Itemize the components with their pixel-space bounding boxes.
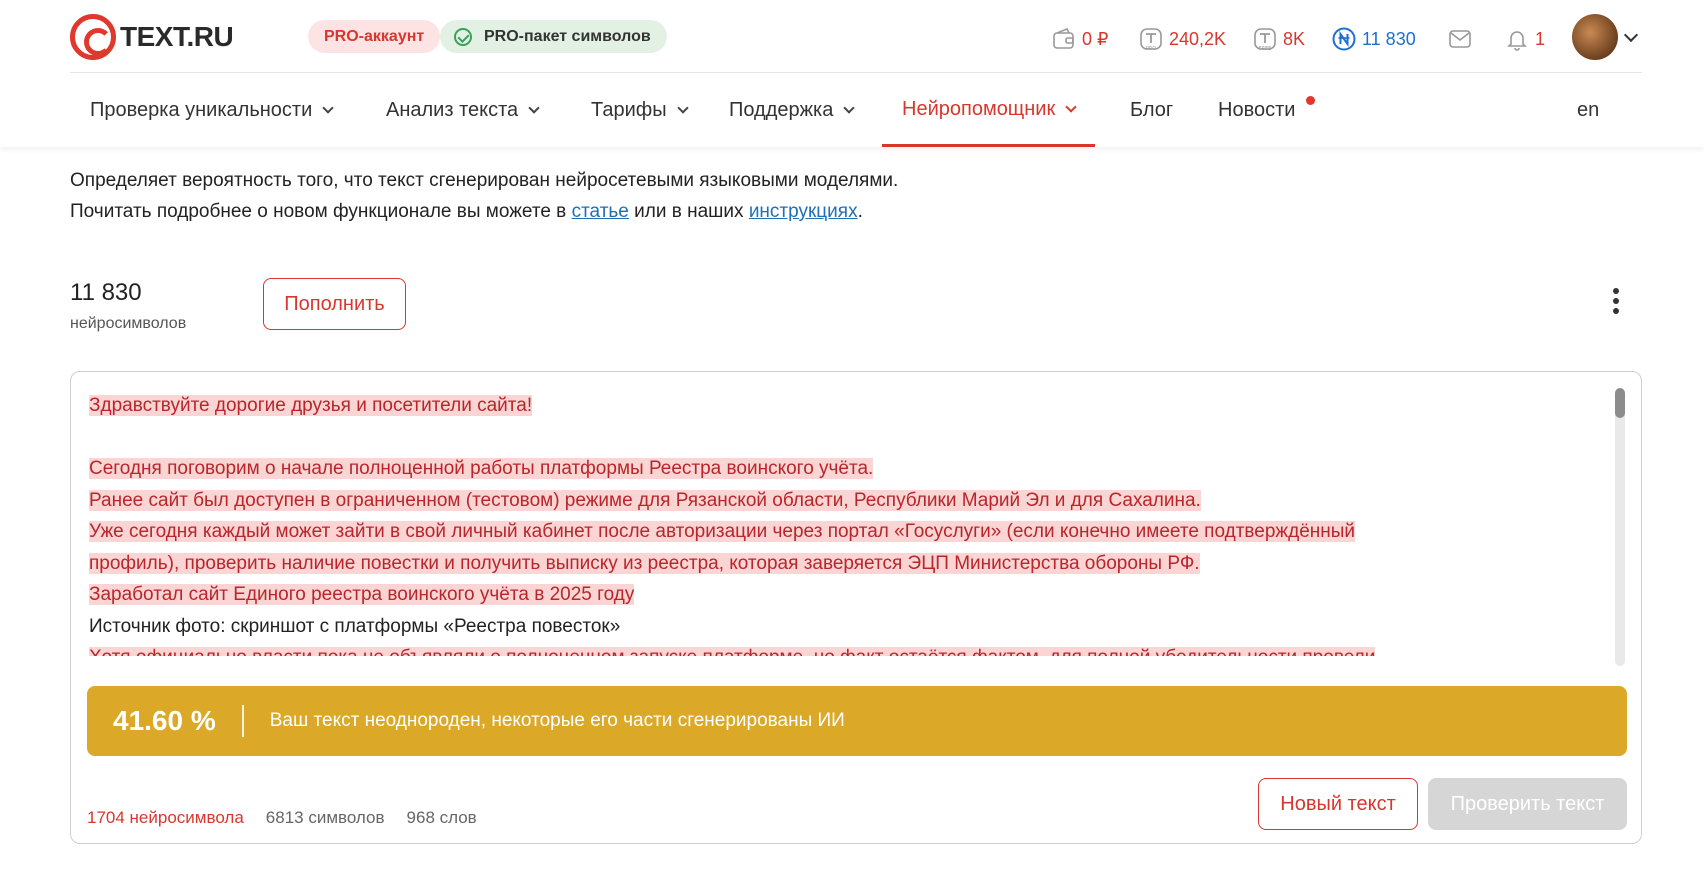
nav-item-neuro-assistant[interactable]: Нейропомощник: [882, 74, 1096, 147]
chevron-down-icon: [843, 102, 856, 114]
wallet-value: 0 ₽: [1082, 28, 1109, 49]
nav-item-label: Блог: [1130, 99, 1174, 121]
site-header: TEXT.RU PRO-аккаунт PRO-пакет символов 0…: [0, 0, 1704, 147]
ai-highlighted-text: Здравствуйте дорогие друзья и посетители…: [89, 395, 533, 416]
bell-icon: [1507, 31, 1527, 51]
mail-icon: [1449, 30, 1471, 48]
nav-item-blog[interactable]: Блог: [1110, 74, 1193, 147]
new-text-button[interactable]: Новый текст: [1258, 778, 1418, 830]
pro-symbols-value: 240,2K: [1169, 28, 1227, 49]
nav-item-uniqueness[interactable]: Проверка уникальности: [70, 74, 352, 147]
instructions-link[interactable]: инструкциях: [749, 201, 858, 222]
nav-item-text-analysis[interactable]: Анализ текста: [366, 74, 558, 147]
nav-item-tariffs[interactable]: Тарифы: [571, 74, 707, 147]
avatar[interactable]: [1572, 14, 1618, 60]
notifications-button[interactable]: 1: [1505, 24, 1545, 54]
nav-item-label: Нейропомощник: [902, 97, 1056, 120]
pro-symbols-balance[interactable]: PRO 240,2K: [1139, 24, 1226, 54]
logo-text: TEXT.RU: [120, 21, 234, 52]
neuro-symbols-balance[interactable]: 11 830: [1332, 24, 1416, 54]
ai-result-banner: 41.60 % Ваш текст неоднороден, некоторые…: [87, 686, 1627, 756]
editor-line: Сегодня поговорим о начале полноценной р…: [89, 453, 1601, 485]
top-bar: TEXT.RU PRO-аккаунт PRO-пакет символов 0…: [70, 0, 1642, 73]
logo[interactable]: TEXT.RU: [70, 14, 234, 60]
nav-item-news[interactable]: Новости: [1198, 74, 1327, 147]
notifications-count: 1: [1535, 28, 1546, 49]
ai-highlighted-text: Ранее сайт был доступен в ограниченном (…: [89, 489, 1201, 511]
main-nav: Проверка уникальности Анализ текста Тари…: [70, 74, 1642, 147]
intro-line-2: Почитать подробнее о новом функционале в…: [70, 196, 898, 227]
intro-line-2-prefix: Почитать подробнее о новом функционале в…: [70, 201, 572, 222]
intro-line-2-suffix: .: [857, 201, 863, 222]
svg-text:PRO: PRO: [1146, 46, 1156, 51]
text-editor[interactable]: Здравствуйте дорогие друзья и посетители…: [89, 390, 1601, 656]
neuro-coin-icon: [1332, 27, 1356, 51]
nav-item-label: Поддержка: [729, 99, 834, 121]
editor-card: Здравствуйте дорогие друзья и посетители…: [70, 371, 1642, 844]
ai-highlighted-text: Сегодня поговорим о начале полноценной р…: [89, 458, 874, 479]
scrollbar-thumb[interactable]: [1615, 388, 1625, 418]
editor-scrollbar[interactable]: [1615, 388, 1625, 666]
free-symbols-value: 8K: [1283, 28, 1306, 49]
editor-line: Источник фото: скриншот с платформы «Рее…: [89, 611, 1601, 643]
editor-line: Хотя официально власти пока не объявляли…: [89, 642, 1601, 656]
language-label: en: [1577, 99, 1600, 121]
editor-line: профиль), проверить наличие повестки и п…: [89, 548, 1601, 580]
neuro-balance-label: нейросимволов: [70, 315, 187, 332]
ai-result-message: Ваш текст неоднороден, некоторые его час…: [269, 710, 845, 731]
editor-line: Здравствуйте дорогие друзья и посетители…: [89, 390, 1601, 422]
words-count: 968 слов: [406, 808, 477, 827]
pro-symbols-icon: PRO: [1140, 28, 1162, 51]
topup-button[interactable]: Пополнить: [263, 278, 406, 330]
pro-account-badge[interactable]: PRO-аккаунт: [308, 20, 441, 53]
wallet-balance[interactable]: 0 ₽: [1052, 24, 1108, 54]
pro-pack-label: PRO-пакет символов: [484, 27, 651, 45]
text-counters: 1704 нейросимвола 6813 символов 968 слов: [87, 808, 477, 828]
ai-highlighted-text: Заработал сайт Единого реестра воинского…: [89, 584, 635, 605]
pro-pack-badge[interactable]: PRO-пакет символов: [440, 20, 667, 53]
ai-highlighted-text: Уже сегодня каждый может зайти в свой ли…: [89, 521, 1356, 542]
intro-line-1: Определяет вероятность того, что текст с…: [70, 170, 899, 191]
more-options-icon[interactable]: [1610, 288, 1622, 320]
chevron-down-icon[interactable]: [1623, 27, 1639, 43]
nav-item-label: Проверка уникальности: [90, 99, 313, 121]
intro-line-2-middle: или в наших: [628, 201, 749, 222]
nav-item-label: Анализ текста: [386, 99, 519, 121]
plain-text: Источник фото: скриншот с платформы «Рее…: [89, 615, 621, 637]
new-indicator-dot: [1306, 96, 1316, 105]
free-symbols-icon: FREE: [1254, 28, 1276, 51]
neuro-symbols-count: 1704 нейросимвола: [87, 808, 244, 827]
chevron-down-icon: [322, 102, 334, 114]
chevron-down-icon: [528, 102, 540, 114]
copyright-logo-icon: [70, 14, 116, 60]
editor-line: Заработал сайт Единого реестра воинского…: [89, 579, 1601, 611]
mail-button[interactable]: [1448, 24, 1478, 54]
ai-percent: 41.60 %: [113, 705, 244, 737]
editor-line: Уже сегодня каждый может зайти в свой ли…: [89, 516, 1601, 548]
language-switch[interactable]: en: [1557, 74, 1619, 147]
editor-line: Ранее сайт был доступен в ограниченном (…: [89, 485, 1601, 517]
chevron-down-icon: [1065, 100, 1077, 113]
chevron-down-icon: [676, 102, 689, 114]
check-circle-icon: [454, 27, 472, 46]
neuro-symbols-value: 11 830: [1362, 28, 1416, 49]
free-symbols-balance[interactable]: FREE 8K: [1253, 24, 1305, 54]
intro-text: Определяет вероятность того, что текст с…: [70, 165, 898, 227]
svg-text:FREE: FREE: [1259, 46, 1272, 51]
wallet-icon: [1053, 27, 1074, 49]
nav-item-support[interactable]: Поддержка: [709, 74, 873, 147]
article-link[interactable]: статье: [572, 201, 629, 222]
chars-count: 6813 символов: [265, 808, 385, 827]
ai-highlighted-text: Хотя официально власти пока не объявляли…: [89, 647, 1376, 656]
check-text-button[interactable]: Проверить текст: [1428, 778, 1627, 830]
neuro-balance-value: 11 830: [70, 279, 142, 306]
nav-item-label: Новости: [1218, 99, 1296, 121]
ai-highlighted-text: профиль), проверить наличие повестки и п…: [89, 552, 1200, 574]
nav-item-label: Тарифы: [591, 99, 667, 121]
